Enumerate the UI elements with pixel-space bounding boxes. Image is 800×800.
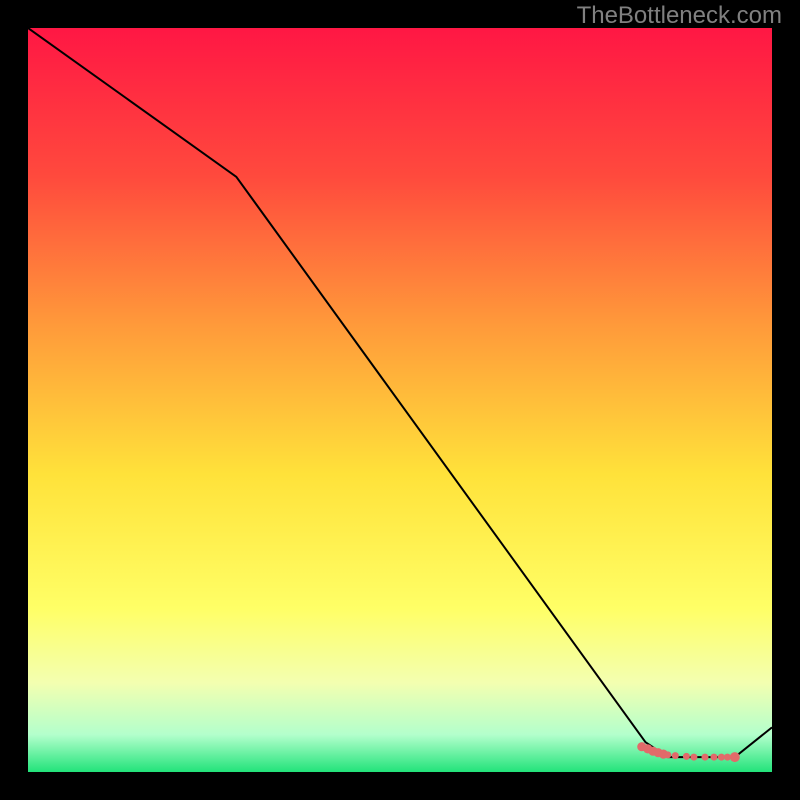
gradient-background: [28, 28, 772, 772]
chart-svg: [28, 28, 772, 772]
data-marker: [718, 754, 725, 761]
plot-area: [28, 28, 772, 772]
data-marker: [711, 754, 718, 761]
data-marker: [730, 752, 740, 762]
data-marker: [702, 754, 709, 761]
watermark-text: TheBottleneck.com: [577, 2, 782, 30]
data-marker: [683, 753, 690, 760]
chart-frame: TheBottleneck.com: [0, 0, 800, 800]
data-marker: [664, 751, 671, 758]
data-marker: [672, 752, 679, 759]
data-marker: [690, 754, 697, 761]
